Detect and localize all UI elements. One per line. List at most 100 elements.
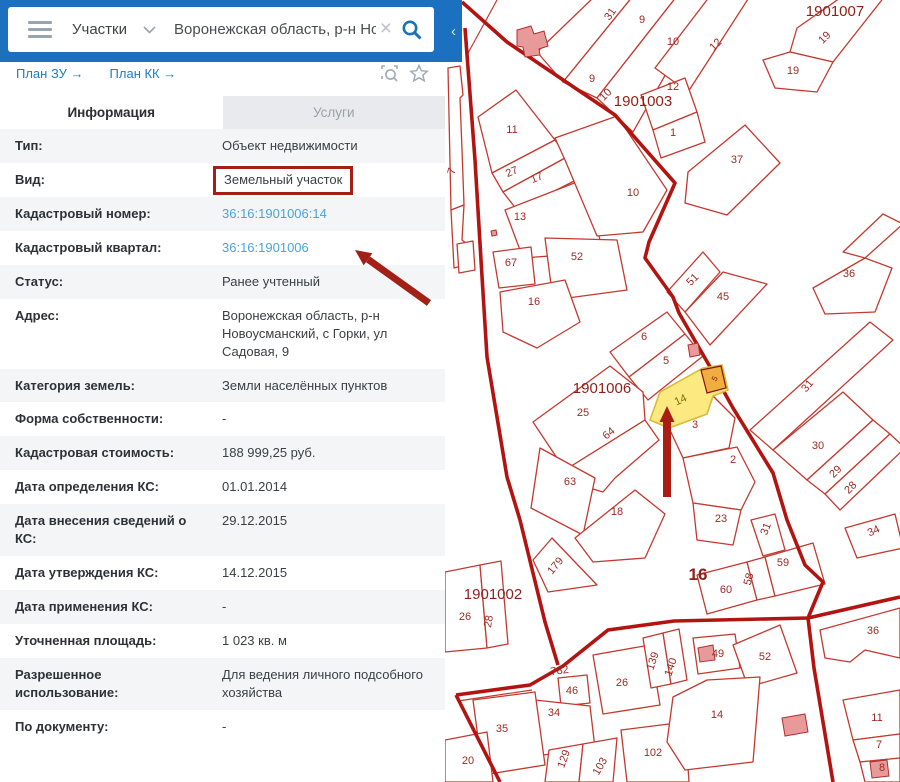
parcel-number: 8 xyxy=(879,762,885,774)
tab-information[interactable]: Информация xyxy=(0,96,223,129)
parcel-number: 11 xyxy=(871,712,882,724)
info-row: Вид:Земельный участок xyxy=(0,163,445,197)
parcel-boundary[interactable] xyxy=(813,258,892,314)
parcel-number: 3 xyxy=(692,419,698,431)
plan-zu-link[interactable]: План ЗУ → xyxy=(16,66,84,81)
info-row-label: Уточненная площадь: xyxy=(15,632,222,650)
parcel-number: 63 xyxy=(564,476,576,488)
parcel-boundary[interactable] xyxy=(448,66,464,210)
parcel-number: 10 xyxy=(667,36,679,48)
parcel-number: 45 xyxy=(717,291,729,303)
info-row-label: Кадастровый номер: xyxy=(15,205,222,223)
info-row-value: 01.01.2014 xyxy=(222,478,430,496)
building-footprint xyxy=(782,714,808,736)
info-row: Разрешенное использование:Для ведения ли… xyxy=(0,658,445,710)
plan-kk-link[interactable]: План КК → xyxy=(110,66,177,81)
parcel-number: 11 xyxy=(506,124,517,136)
info-row-label: Статус: xyxy=(15,273,222,291)
clear-search-icon[interactable]: × xyxy=(380,17,392,41)
info-row-value: Объект недвижимости xyxy=(222,137,430,155)
tab-services[interactable]: Услуги xyxy=(223,96,446,129)
parcel-number: 25 xyxy=(577,407,589,419)
parcel-number: 36 xyxy=(867,625,879,637)
parcel-number: 23 xyxy=(715,513,727,525)
parcel-boundary[interactable] xyxy=(683,447,755,510)
info-row-value: Для ведения личного подсобного хозяйства xyxy=(222,666,430,702)
info-row-label: Форма собственности: xyxy=(15,410,222,428)
parcel-number: 782 xyxy=(550,664,570,678)
quarter-number: 1901006 xyxy=(573,380,631,397)
search-category-dropdown[interactable]: Участки xyxy=(72,21,127,38)
info-row-value: - xyxy=(222,718,430,736)
parcel-boundary[interactable] xyxy=(500,280,580,348)
info-row: Кадастровый квартал:36:16:1901006 xyxy=(0,231,445,265)
search-bar: Участки Воронежская область, р-н Но × xyxy=(8,7,434,52)
info-row: Кадастровая стоимость:188 999,25 руб. xyxy=(0,436,445,470)
info-panel: Участки Воронежская область, р-н Но × 36… xyxy=(0,0,445,782)
info-row-value: Земельный участок xyxy=(222,171,430,189)
parcel-number: 26 xyxy=(459,611,471,623)
info-row-label: Дата определения КС: xyxy=(15,478,222,496)
info-row-label: Тип: xyxy=(15,137,222,155)
info-row: Дата утверждения КС:14.12.2015 xyxy=(0,556,445,590)
building-footprint xyxy=(688,343,700,357)
parcel-number: 7 xyxy=(876,739,882,751)
search-on-plan-icon[interactable] xyxy=(380,64,399,83)
parcel-number: 10 xyxy=(627,187,639,199)
parcel-boundary[interactable] xyxy=(843,214,900,258)
info-row-value: 188 999,25 руб. xyxy=(222,444,430,462)
info-row-value: - xyxy=(222,598,430,616)
favorite-star-icon[interactable] xyxy=(409,64,429,83)
parcel-number: 37 xyxy=(731,154,743,166)
info-row: Дата определения КС:01.01.2014 xyxy=(0,470,445,504)
info-row-label: Дата утверждения КС: xyxy=(15,564,222,582)
info-row-label: По документу: xyxy=(15,718,222,736)
parcel-number: 16 xyxy=(528,296,540,308)
info-row-label: Вид: xyxy=(15,171,222,189)
parcel-number: 52 xyxy=(759,651,771,663)
info-row-label: Разрешенное использование: xyxy=(15,666,222,702)
info-row: Статус:Ранее учтенный xyxy=(0,265,445,299)
info-row-value: 29.12.2015 xyxy=(222,512,430,548)
parcel-number: 19 xyxy=(787,65,799,77)
parcel-number: 30 xyxy=(812,440,824,452)
chevron-down-icon[interactable] xyxy=(143,26,156,34)
cadastral-map-app: Участки Воронежская область, р-н Но × 36… xyxy=(0,0,900,782)
info-row-label: Дата применения КС: xyxy=(15,598,222,616)
parcel-number: 36 xyxy=(843,268,855,280)
info-row-value-link[interactable]: 36:16:1901006 xyxy=(222,239,430,257)
parcel-number: 102 xyxy=(644,747,662,759)
parcel-number: 49 xyxy=(712,648,724,660)
info-row: Адрес:Воронежская область, р-н Новоусман… xyxy=(0,299,445,369)
parcel-number: 26 xyxy=(616,677,628,689)
quarter-number: 1901002 xyxy=(464,586,522,603)
parcel-number: 20 xyxy=(462,755,474,767)
info-row: По документу:- xyxy=(0,710,445,744)
parcel-boundary[interactable] xyxy=(820,608,900,662)
search-icon[interactable] xyxy=(400,18,424,42)
parcel-number: 67 xyxy=(505,257,517,269)
parcel-number: 35 xyxy=(496,723,508,735)
parcel-number: 5 xyxy=(663,355,669,367)
info-row-value: 1 023 кв. м xyxy=(222,632,430,650)
quarter-number: 16 xyxy=(689,565,708,584)
collapse-panel-icon[interactable]: ‹ xyxy=(445,0,462,62)
quarter-number: 1901003 xyxy=(614,93,672,110)
parcel-number: 60 xyxy=(720,584,732,596)
parcel-number: 9 xyxy=(639,14,645,26)
info-row-value: Ранее учтенный xyxy=(222,273,430,291)
info-row-value: Земли населённых пунктов xyxy=(222,377,430,395)
search-input[interactable]: Воронежская область, р-н Но xyxy=(174,21,376,38)
parcel-boundary[interactable] xyxy=(667,677,760,770)
building-footprint xyxy=(491,230,497,236)
info-row: Категория земель:Земли населённых пункто… xyxy=(0,369,445,403)
info-row-label: Дата внесения сведений о КС: xyxy=(15,512,222,548)
parcel-number: 28 xyxy=(482,614,496,628)
menu-icon[interactable] xyxy=(28,21,52,38)
cadastral-map[interactable]: 3191012121191937112717131052671665256463… xyxy=(445,0,900,782)
plan-links-row: План ЗУ → План КК → xyxy=(16,64,429,83)
info-row-value-link[interactable]: 36:16:1901006:14 xyxy=(222,205,430,223)
info-row: Кадастровый номер:36:16:1901006:14 xyxy=(0,197,445,231)
parcel-number: 18 xyxy=(611,506,623,518)
parcel-boundary[interactable] xyxy=(457,241,475,273)
